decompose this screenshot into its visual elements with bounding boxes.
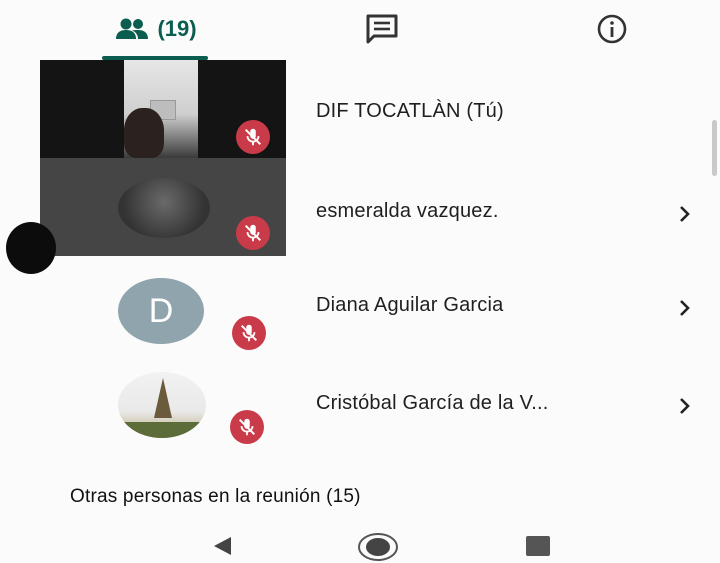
back-icon (214, 537, 231, 555)
mic-off-icon (236, 216, 270, 250)
mic-off-icon (232, 316, 266, 350)
participant-row[interactable]: Cristóbal García de la V... (38, 354, 720, 452)
home-button[interactable] (356, 532, 400, 562)
mic-off-icon (230, 410, 264, 444)
chevron-right-icon[interactable] (674, 396, 694, 416)
participant-name: esmeralda vazquez. (316, 200, 499, 222)
ink-blot (6, 222, 56, 274)
participant-row[interactable]: D Diana Aguilar Garcia (38, 256, 720, 354)
profile-photo (118, 372, 206, 438)
participant-row[interactable]: DIF TOCATLÀN (Tú) (38, 60, 720, 158)
recents-icon (526, 536, 550, 556)
mic-off-icon (236, 120, 270, 154)
participant-name: Diana Aguilar Garcia (316, 294, 504, 316)
profile-photo (118, 178, 210, 238)
participant-name: Cristóbal García de la V... (316, 392, 549, 414)
chevron-right-icon[interactable] (674, 298, 694, 318)
letter-avatar: D (118, 278, 204, 344)
chat-icon (366, 14, 398, 44)
scrollbar[interactable] (712, 120, 717, 176)
person-silhouette (124, 108, 164, 158)
info-icon (597, 14, 627, 44)
tab-people[interactable]: (19) (100, 0, 212, 58)
chevron-right-icon[interactable] (674, 204, 694, 224)
camera-feed (124, 60, 198, 158)
recents-button[interactable] (522, 532, 554, 560)
tab-bar: (19) (0, 0, 720, 60)
eiffel-tower-shape (154, 378, 172, 418)
photo-ground (118, 422, 206, 438)
participant-list: DIF TOCATLÀN (Tú) esmeralda vazquez. D D… (38, 60, 720, 480)
participant-count: (19) (157, 16, 197, 41)
system-nav-bar (0, 528, 720, 563)
back-button[interactable] (206, 532, 238, 560)
home-icon (358, 533, 398, 561)
tab-chat[interactable] (340, 0, 424, 58)
tab-info[interactable] (580, 0, 644, 58)
participant-name: DIF TOCATLÀN (Tú) (316, 100, 504, 122)
people-icon (116, 18, 149, 39)
participant-row[interactable]: esmeralda vazquez. (38, 158, 720, 256)
section-heading-others: Otras personas en la reunión (15) (70, 486, 361, 507)
